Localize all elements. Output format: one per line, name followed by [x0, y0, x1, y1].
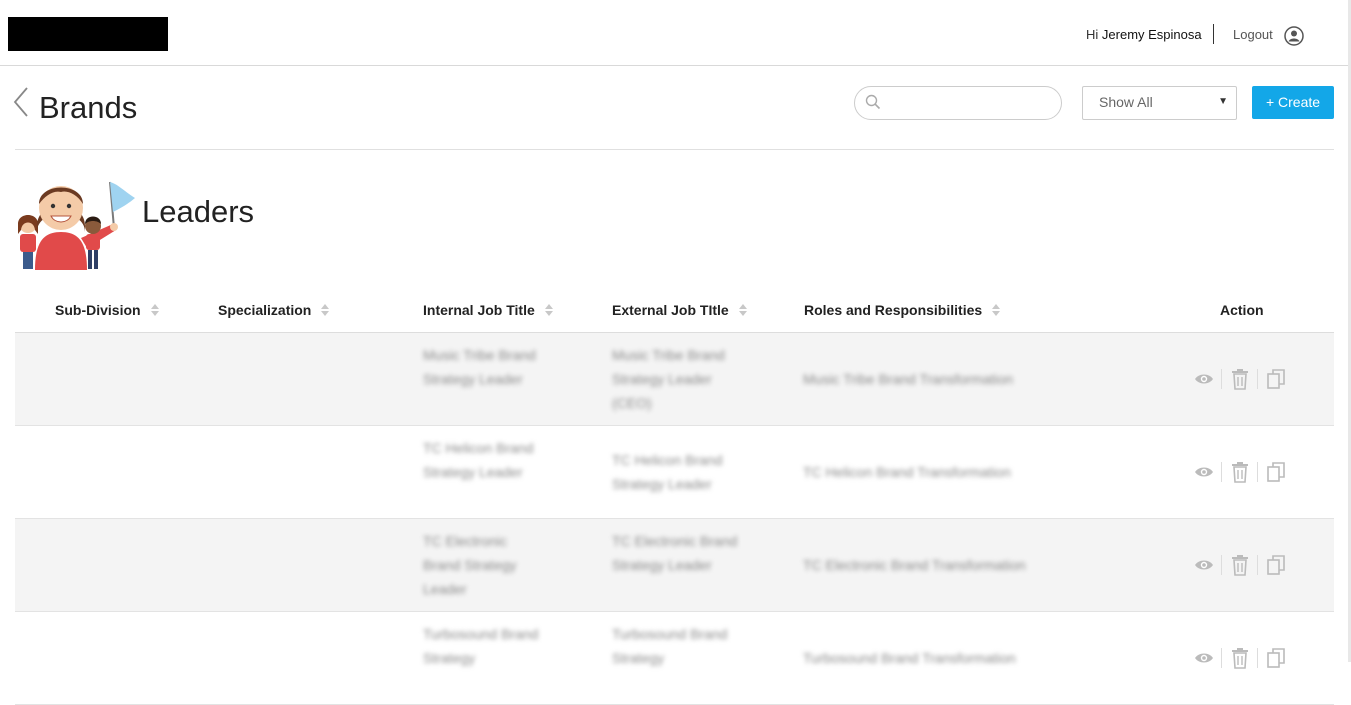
column-header-specialization[interactable]: Specialization [218, 302, 330, 318]
top-bar: Hi Jeremy Espinosa Logout [0, 0, 1351, 66]
column-label: External Job TItle [612, 302, 729, 318]
cell-external-job-title: TC Helicon Brand Strategy Leader [612, 452, 723, 492]
action-separator [1221, 462, 1222, 482]
cell-internal-job-title: Music Tribe Brand Strategy Leader [423, 347, 536, 387]
section-title: Leaders [142, 194, 255, 229]
sort-icon[interactable] [738, 304, 747, 317]
table-row[interactable]: TC Electronic Brand Strategy Leader TC E… [15, 519, 1334, 612]
trash-icon[interactable] [1229, 367, 1251, 391]
search-input[interactable] [887, 92, 1056, 114]
action-separator [1257, 369, 1258, 389]
action-separator [1221, 555, 1222, 575]
column-label: Roles and Responsibilities [804, 302, 983, 318]
column-header-external-job-title[interactable]: External Job TItle [612, 302, 747, 318]
filter-selected-value: Show All [1099, 94, 1153, 110]
table-row[interactable]: TC Helicon Brand Strategy Leader TC Heli… [15, 426, 1334, 519]
cell-roles: TC Helicon Brand Transformation [803, 464, 1011, 480]
sort-icon[interactable] [150, 304, 159, 317]
user-account-icon[interactable] [1284, 26, 1304, 46]
create-button[interactable]: + Create [1252, 86, 1334, 119]
table-row[interactable]: Music Tribe Brand Strategy Leader Music … [15, 333, 1334, 426]
copy-icon[interactable] [1265, 553, 1287, 577]
column-label: Action [1220, 302, 1264, 318]
header-divider [1213, 24, 1214, 44]
column-label: Internal Job Title [423, 302, 535, 318]
filter-select[interactable]: Show All ▼ [1082, 86, 1237, 120]
eye-icon[interactable] [1193, 367, 1215, 391]
copy-icon[interactable] [1265, 646, 1287, 670]
sort-icon[interactable] [321, 304, 330, 317]
column-label: Specialization [218, 302, 312, 318]
cell-roles: TC Electronic Brand Transformation [803, 557, 1026, 573]
cell-external-job-title: Music Tribe Brand Strategy Leader (CEO) [612, 347, 725, 411]
back-chevron-icon[interactable] [12, 86, 32, 118]
table-row[interactable]: Turbosound Brand Strategy Turbosound Bra… [15, 612, 1334, 705]
user-name: Jeremy Espinosa [1101, 27, 1202, 42]
leaders-illustration [18, 181, 135, 270]
search-box[interactable] [854, 86, 1062, 120]
cell-roles: Music Tribe Brand Transformation [803, 371, 1014, 387]
sort-icon[interactable] [544, 304, 553, 317]
header-separator [15, 149, 1334, 150]
row-actions [1193, 553, 1313, 577]
trash-icon[interactable] [1229, 553, 1251, 577]
action-separator [1257, 462, 1258, 482]
eye-icon[interactable] [1193, 646, 1215, 670]
action-separator [1257, 648, 1258, 668]
dropdown-caret-icon: ▼ [1218, 96, 1228, 107]
trash-icon[interactable] [1229, 646, 1251, 670]
copy-icon[interactable] [1265, 460, 1287, 484]
cell-internal-job-title: TC Electronic Brand Strategy Leader [423, 533, 517, 597]
row-actions [1193, 460, 1313, 484]
table-header: Sub-Division Specialization Internal Job… [15, 290, 1334, 333]
cell-external-job-title: Turbosound Brand Strategy [612, 626, 728, 666]
column-header-sub-division[interactable]: Sub-Division [55, 302, 159, 318]
cell-roles: Turbosound Brand Transformation [803, 650, 1016, 666]
column-header-internal-job-title[interactable]: Internal Job Title [423, 302, 553, 318]
logout-link[interactable]: Logout [1233, 27, 1273, 42]
column-header-roles-and-responsibilities[interactable]: Roles and Responsibilities [804, 302, 1001, 318]
column-header-action: Action [1220, 302, 1264, 318]
search-icon [865, 94, 881, 110]
action-separator [1221, 648, 1222, 668]
cell-internal-job-title: TC Helicon Brand Strategy Leader [423, 440, 534, 480]
eye-icon[interactable] [1193, 460, 1215, 484]
redacted-logo [8, 17, 168, 51]
cell-internal-job-title: Turbosound Brand Strategy [423, 626, 539, 666]
sort-icon[interactable] [992, 304, 1001, 317]
row-actions [1193, 646, 1313, 670]
greeting-prefix: Hi [1086, 27, 1099, 42]
row-actions [1193, 367, 1313, 391]
copy-icon[interactable] [1265, 367, 1287, 391]
cell-external-job-title: TC Electronic Brand Strategy Leader [612, 533, 738, 573]
page-title: Brands [39, 90, 138, 125]
column-label: Sub-Division [55, 302, 141, 318]
eye-icon[interactable] [1193, 553, 1215, 577]
action-separator [1257, 555, 1258, 575]
trash-icon[interactable] [1229, 460, 1251, 484]
action-separator [1221, 369, 1222, 389]
user-greeting: Hi Jeremy Espinosa [1086, 27, 1202, 42]
